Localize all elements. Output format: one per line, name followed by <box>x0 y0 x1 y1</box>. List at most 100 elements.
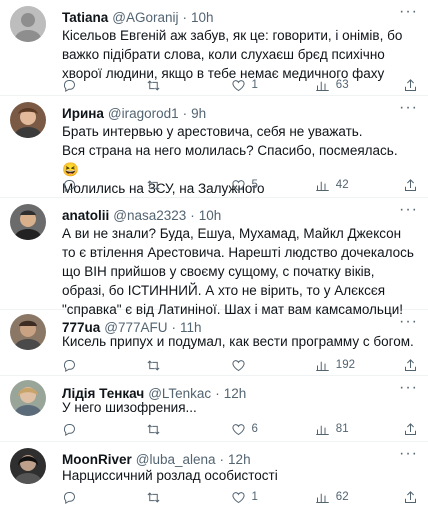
views-button[interactable]: 42 <box>315 178 403 193</box>
tweet[interactable]: Tatiana @AGoranij · 10h ··· Кісельов Евг… <box>0 0 428 96</box>
share-icon <box>405 78 416 91</box>
retweet-button[interactable] <box>146 422 230 437</box>
share-icon <box>405 490 416 503</box>
reply-button[interactable] <box>62 422 146 437</box>
more-options-icon[interactable]: ··· <box>399 446 418 462</box>
separator-dot: · <box>182 105 188 121</box>
tweet[interactable]: 777ua @777AFU · 11h ··· Кисель припух и … <box>0 310 428 376</box>
reply-button[interactable] <box>62 358 146 373</box>
tweet[interactable]: Ирина @iragorod1 · 9h ··· Брать интервью… <box>0 96 428 198</box>
views-icon <box>316 361 329 371</box>
retweet-button[interactable] <box>146 178 230 193</box>
more-options-icon[interactable]: ··· <box>399 314 418 330</box>
views-button[interactable]: 81 <box>315 422 403 437</box>
reply-button[interactable] <box>62 78 146 93</box>
more-options-icon[interactable]: ··· <box>399 380 418 396</box>
retweet-icon <box>147 423 160 435</box>
avatar[interactable] <box>10 380 46 416</box>
reply-icon <box>63 423 75 436</box>
author-name[interactable]: anatolii <box>62 208 109 223</box>
views-count: 81 <box>335 423 349 435</box>
views-count: 192 <box>335 359 355 371</box>
share-icon <box>405 358 416 371</box>
like-button[interactable]: 5 <box>231 178 315 193</box>
action-bar: 1 63 <box>62 76 418 94</box>
avatar[interactable] <box>10 314 46 350</box>
heart-icon <box>231 179 245 191</box>
tweet-header: Ирина @iragorod1 · 9h <box>62 104 418 122</box>
timestamp[interactable]: 12h <box>228 452 251 467</box>
more-options-icon[interactable]: ··· <box>399 202 418 218</box>
avatar[interactable] <box>10 448 46 484</box>
retweet-button[interactable] <box>146 490 230 505</box>
share-button[interactable] <box>403 178 418 193</box>
author-handle[interactable]: @nasa2323 <box>113 208 186 223</box>
tweet-text: Кисель припух и подумал, как вести прогр… <box>62 334 414 349</box>
tweet-text: Нарциссичний розлад особистості <box>62 468 278 483</box>
views-count: 42 <box>335 179 349 191</box>
like-button[interactable] <box>231 358 315 373</box>
like-button[interactable]: 6 <box>231 422 315 437</box>
reply-icon <box>63 491 75 504</box>
retweet-icon <box>147 491 160 503</box>
reply-feed: Tatiana @AGoranij · 10h ··· Кісельов Евг… <box>0 0 428 508</box>
timestamp[interactable]: 10h <box>199 208 222 223</box>
author-handle[interactable]: @iragorod1 <box>108 106 179 121</box>
views-icon <box>316 181 329 191</box>
more-options-icon[interactable]: ··· <box>399 4 418 20</box>
separator-dot: · <box>219 451 225 467</box>
author-handle[interactable]: @luba_alena <box>136 452 216 467</box>
timestamp[interactable]: 10h <box>191 10 214 25</box>
tweet-text: А ви не знали? Буда, Ешуа, Мухамад, Майк… <box>62 226 414 317</box>
timestamp[interactable]: 9h <box>191 106 206 121</box>
action-bar: 5 42 <box>62 176 418 194</box>
retweet-icon <box>147 359 160 371</box>
author-name[interactable]: Tatiana <box>62 10 108 25</box>
tweet-text: Кісельов Евгеній аж забув, як це: говори… <box>62 28 403 81</box>
like-count: 5 <box>251 179 258 191</box>
retweet-icon <box>147 79 160 91</box>
like-button[interactable]: 1 <box>231 78 315 93</box>
author-handle[interactable]: @AGoranij <box>112 10 178 25</box>
separator-dot: · <box>190 207 195 223</box>
reply-button[interactable] <box>62 178 146 193</box>
tweet[interactable]: MoonRiver @luba_alena · 12h ··· Нарцисси… <box>0 442 428 508</box>
avatar[interactable] <box>10 204 46 240</box>
share-icon <box>405 178 416 191</box>
share-button[interactable] <box>403 358 418 373</box>
reply-button[interactable] <box>62 490 146 505</box>
tweet-header: Tatiana @AGoranij · 10h <box>62 8 418 26</box>
heart-icon <box>231 491 245 503</box>
share-button[interactable] <box>403 422 418 437</box>
heart-icon <box>231 359 245 371</box>
more-options-icon[interactable]: ··· <box>399 100 418 116</box>
tweet-text: У него шизофрения... <box>62 400 197 415</box>
avatar[interactable] <box>10 102 46 138</box>
views-button[interactable]: 63 <box>315 78 403 93</box>
retweet-button[interactable] <box>146 78 230 93</box>
separator-dot: · <box>182 9 188 25</box>
author-name[interactable]: Ирина <box>62 106 104 121</box>
views-button[interactable]: 62 <box>315 490 403 505</box>
like-button[interactable]: 1 <box>231 490 315 505</box>
share-button[interactable] <box>403 78 418 93</box>
views-button[interactable]: 192 <box>315 358 403 373</box>
author-name[interactable]: MoonRiver <box>62 452 132 467</box>
reply-icon <box>63 79 75 92</box>
views-icon <box>316 425 329 435</box>
views-count: 63 <box>335 79 349 91</box>
like-count: 1 <box>251 491 258 503</box>
retweet-button[interactable] <box>146 358 230 373</box>
views-count: 62 <box>335 491 349 503</box>
tweet[interactable]: anatolii @nasa2323 · 10h ··· А ви не зна… <box>0 198 428 317</box>
like-count: 6 <box>251 423 258 435</box>
views-icon <box>316 81 329 91</box>
share-icon <box>405 422 416 435</box>
views-icon <box>316 493 329 503</box>
tweet[interactable]: Лідія Тенкач @LTenkac · 12h ··· У него ш… <box>0 376 428 442</box>
tweet-header: anatolii @nasa2323 · 10h <box>62 206 418 224</box>
retweet-icon <box>147 179 160 191</box>
share-button[interactable] <box>403 490 418 505</box>
avatar[interactable] <box>10 6 46 42</box>
action-bar: 1 62 <box>62 488 418 506</box>
